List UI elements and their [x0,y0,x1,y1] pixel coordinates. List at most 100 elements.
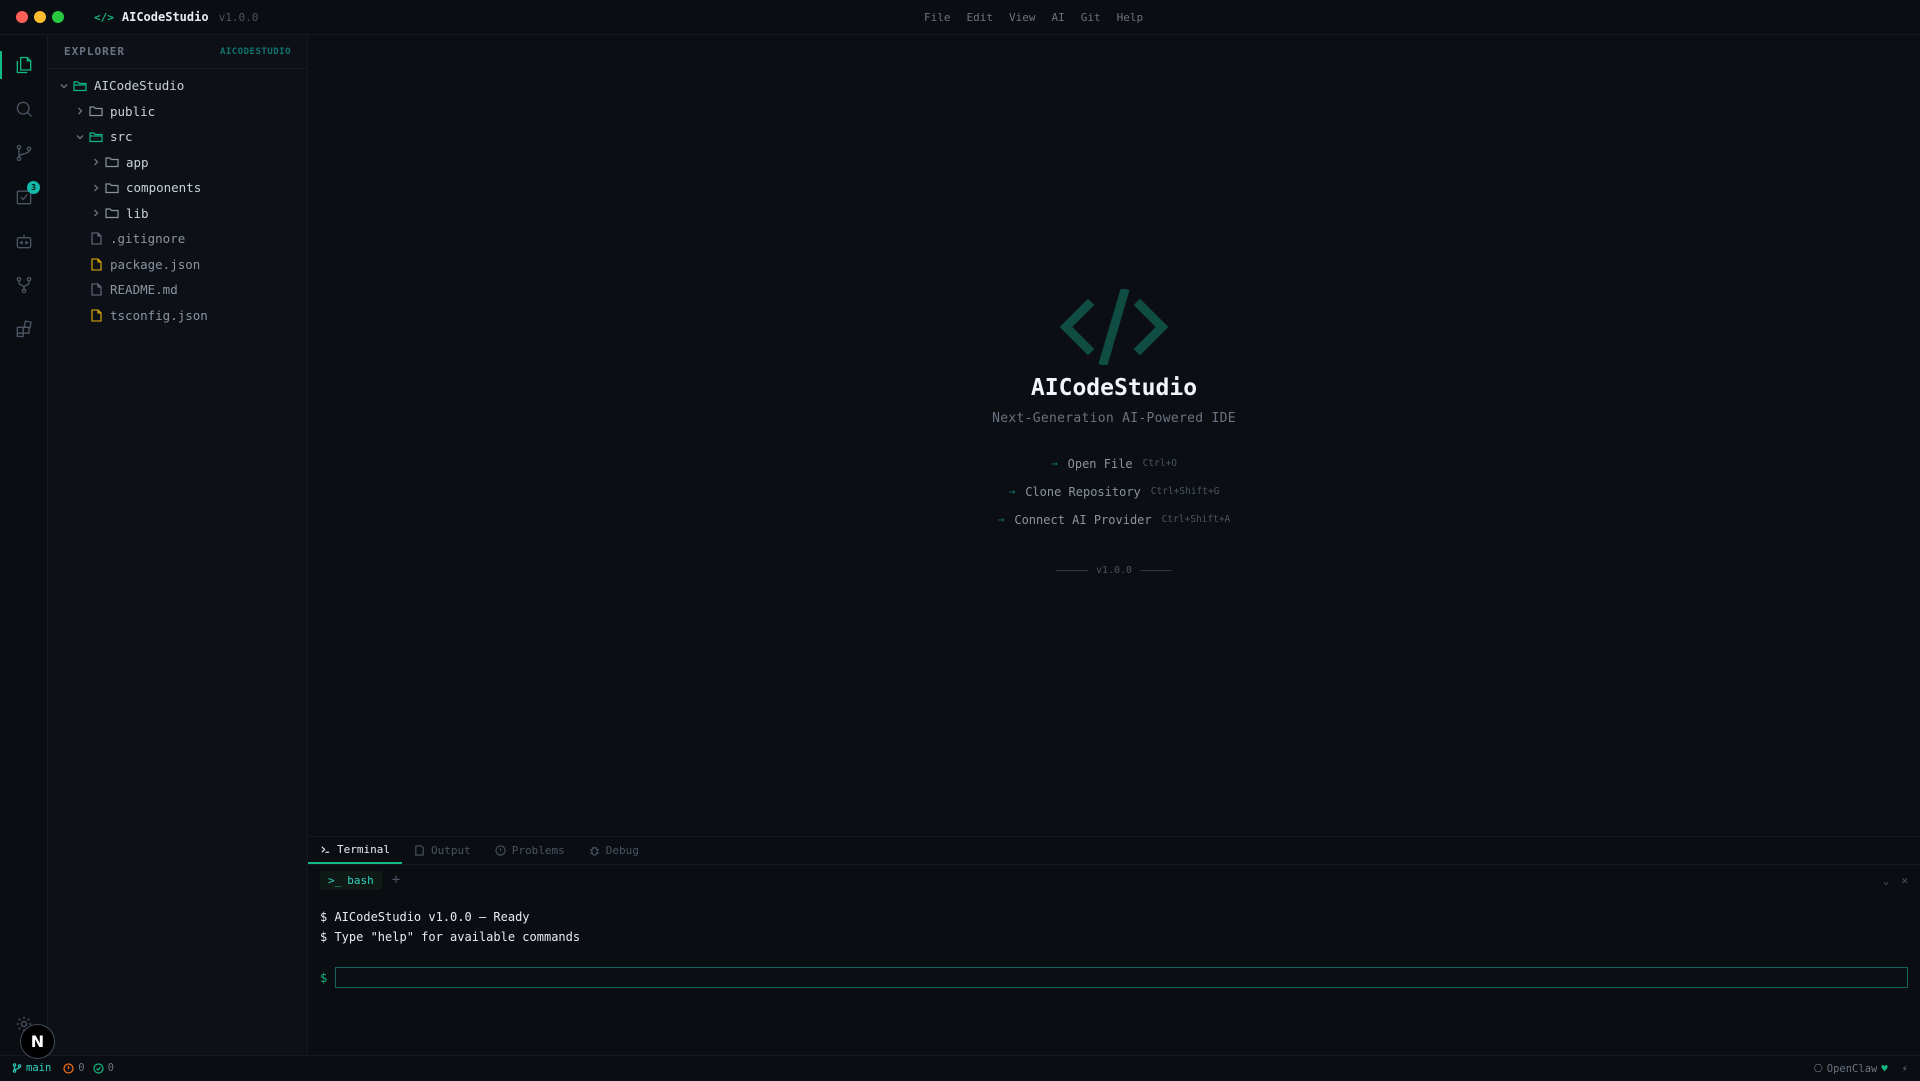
arrow-right-icon: → [997,513,1005,526]
activity-ai-bot[interactable] [0,221,48,261]
explorer-sidebar: EXPLORER AICODESTUDIO AICodeStudio publi… [48,35,308,1055]
app-logo-icon: </> [94,10,114,24]
divider-line [1140,570,1173,571]
connect-ai-provider-action[interactable]: → Connect AI Provider Ctrl+Shift+A [998,510,1231,529]
editor-area: AICodeStudio Next-Generation AI-Powered … [308,35,1920,836]
panel-tabs: Terminal Output Problems Debug [308,837,1920,865]
json-file-icon [88,256,104,272]
folder-icon [104,180,120,196]
add-terminal-button[interactable]: + [392,872,400,888]
check-circle-icon [93,1062,104,1074]
activity-bar: 3 [0,35,48,1055]
tree-item-label: package.json [110,256,201,272]
avatar[interactable]: N [20,1024,55,1059]
terminal-prompt: $ [320,970,328,985]
tree-folder-components[interactable]: components [48,175,307,201]
terminal-controls: ⌄ ✕ [1883,865,1908,895]
tab-label: Problems [511,844,565,857]
debug-icon [589,846,599,856]
tasks-badge: 3 [27,181,40,194]
file-icon [88,231,104,247]
tree-file-gitignore[interactable]: .gitignore [48,226,307,252]
tree-file-tsconfig[interactable]: tsconfig.json [48,303,307,329]
tree-file-package-json[interactable]: package.json [48,252,307,278]
chevron-down-icon[interactable]: ⌄ [1883,874,1890,887]
file-icon [88,282,104,298]
tab-label: Output [430,844,471,857]
terminal-instance-bash[interactable]: >_ bash [320,870,382,890]
tree-item-label: .gitignore [110,231,186,247]
chevron-right-icon [88,180,104,196]
menu-file[interactable]: File [924,11,951,24]
lightning-icon[interactable]: ⚡ [1902,1063,1908,1075]
tab-problems[interactable]: Problems [483,837,577,864]
app-title: AICodeStudio [121,10,209,24]
file-tree: AICodeStudio public src app components l… [48,69,307,328]
folder-open-icon [72,78,88,94]
tree-folder-public[interactable]: public [48,99,307,125]
link-icon: ⎔ [1813,1062,1823,1075]
menu-git[interactable]: Git [1081,11,1101,24]
folder-icon [88,103,104,119]
git-branch-icon [12,1063,22,1073]
terminal-toolbar: >_ bash + ⌄ ✕ [308,865,1920,895]
clone-repository-action[interactable]: → Clone Repository Ctrl+Shift+G [1009,482,1220,501]
open-file-action[interactable]: → Open File Ctrl+O [1051,454,1177,473]
status-branch[interactable]: main [12,1062,51,1074]
chevron-right-icon [88,205,104,221]
menu-bar: File Edit View AI Git Help [924,0,1143,35]
action-shortcut: Ctrl+O [1142,458,1177,469]
tree-folder-root[interactable]: AICodeStudio [48,73,307,99]
close-icon[interactable]: ✕ [1901,874,1908,887]
divider-line [1055,570,1088,571]
status-bar: main 0 0 ⎔ OpenClaw ♥ ⚡ [0,1055,1920,1080]
tab-terminal[interactable]: Terminal [308,837,402,864]
action-shortcut: Ctrl+Shift+G [1150,486,1220,497]
error-icon [63,1062,74,1074]
maximize-window-button[interactable] [52,11,64,23]
chevron-right-icon [72,103,88,119]
menu-help[interactable]: Help [1117,11,1144,24]
terminal-icon: >_ [328,873,342,887]
tree-folder-app[interactable]: app [48,150,307,176]
search-icon [16,101,32,117]
status-openclaw[interactable]: ⎔ OpenClaw ♥ [1814,1063,1888,1075]
activity-search[interactable] [0,89,48,129]
terminal-output: $ AICodeStudio v1.0.0 — Ready $ Type "he… [308,895,1920,947]
explorer-header: EXPLORER AICODESTUDIO [48,35,307,69]
terminal-input[interactable] [335,967,1908,988]
terminal-icon [321,846,330,853]
terminal-instance-label: bash [347,873,374,887]
menu-edit[interactable]: Edit [967,11,994,24]
terminal-input-row: $ [320,967,1908,988]
tree-folder-lib[interactable]: lib [48,201,307,227]
activity-explorer[interactable] [0,45,48,85]
chevron-down-icon [72,129,88,145]
status-openclaw-label: OpenClaw [1826,1062,1878,1075]
status-errors-count: 0 [78,1062,85,1074]
window-controls [16,11,64,23]
app-version: v1.0.0 [218,10,259,24]
menu-ai[interactable]: AI [1052,11,1065,24]
welcome-version: v1.0.0 [1055,565,1173,576]
status-errors[interactable]: 0 [63,1062,85,1074]
tree-folder-src[interactable]: src [48,124,307,150]
welcome-actions: → Open File Ctrl+O → Clone Repository Ct… [998,454,1231,529]
activity-git-graph[interactable] [0,265,48,305]
title-bar: </> AICodeStudio v1.0.0 File Edit View A… [0,0,1920,35]
activity-extensions[interactable] [0,309,48,349]
status-warnings[interactable]: 0 [93,1062,114,1074]
activity-source-control[interactable] [0,133,48,173]
activity-tasks[interactable]: 3 [0,177,48,217]
action-label: Open File [1067,456,1133,471]
tab-output[interactable]: Output [402,837,483,864]
tree-file-readme[interactable]: README.md [48,277,307,303]
status-warnings-count: 0 [107,1062,114,1074]
minimize-window-button[interactable] [34,11,46,23]
source-control-icon [16,144,32,162]
tab-debug[interactable]: Debug [577,837,651,864]
tree-item-label: app [126,154,149,170]
menu-view[interactable]: View [1009,11,1036,24]
git-graph-icon [16,276,32,294]
close-window-button[interactable] [16,11,28,23]
